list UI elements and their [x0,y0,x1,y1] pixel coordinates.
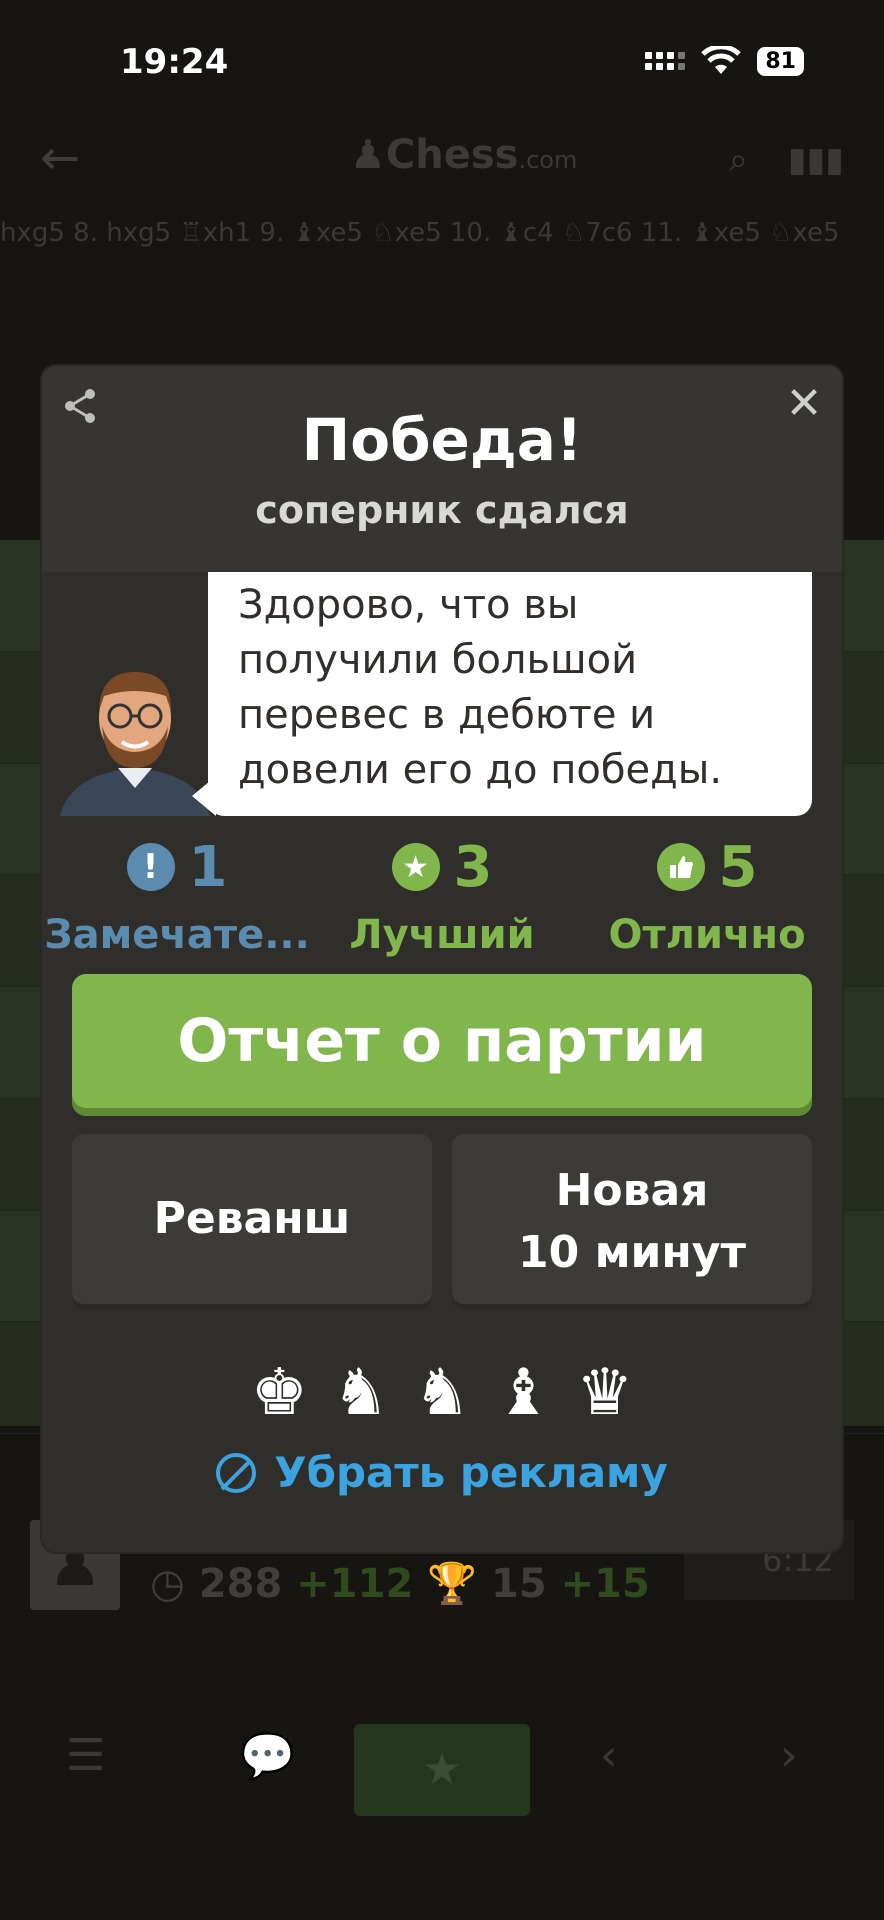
top-bar: ← ♟Chess.com ⌕ ▮▮▮ [0,120,884,200]
ban-icon [216,1452,257,1493]
prev-move-icon[interactable]: ‹ [600,1730,618,1781]
star-icon: ★ [391,843,440,891]
stat-excellent-move[interactable]: 5 Отлично [572,832,842,959]
clock-icon: ◷ [150,1561,185,1607]
signal-strength-icon[interactable]: ▮▮▮ [788,140,844,180]
chess-logo: ♟Chess.com [350,132,578,178]
status-time: 19:24 [120,42,229,82]
bishop-icon: ♝ [494,1356,553,1430]
logo-suffix: .com [518,146,578,174]
modal-header: ✕ Победа! соперник сдался [42,366,842,572]
puzzle-change: +15 [560,1561,650,1607]
chat-icon[interactable]: 💬 [240,1730,295,1782]
new-game-line2: 10 минут [518,1227,746,1278]
cellular-signal-icon [645,52,686,70]
bottom-nav: ☰ 💬 ★ ‹ › [0,1720,884,1820]
coach-avatar [60,672,210,816]
analysis-icon[interactable]: ⌕ [729,140,748,180]
stat-great-move[interactable]: ! 1 Замечате... [42,832,312,959]
great-count: 1 [188,834,228,900]
king-icon: ♚ [250,1356,308,1430]
exclamation-icon: ! [126,843,175,891]
next-move-icon[interactable]: › [780,1730,798,1781]
logo-text: Chess [385,132,519,178]
status-icons: 81 [645,46,804,76]
top-right-icons: ⌕ ▮▮▮ [729,140,844,180]
coach-speech-bubble: Здорово, что вы получили большой перевес… [208,572,812,816]
knight-icon: ♞ [413,1356,471,1430]
back-arrow-icon[interactable]: ← [40,130,80,186]
new-game-button[interactable]: Новая 10 минут [452,1134,812,1310]
best-count: 3 [453,834,493,900]
great-label: Замечате... [44,912,310,958]
review-star-button[interactable]: ★ [354,1724,530,1816]
player-stats: ◷ 288 +112 🏆 15 +15 [150,1560,650,1607]
excellent-count: 5 [718,834,758,900]
battery-indicator: 81 [757,46,804,76]
player-rating: 288 [198,1561,283,1607]
trophy-icon: 🏆 [427,1561,478,1607]
rating-change: +112 [296,1561,414,1607]
rematch-button[interactable]: Реванш [72,1134,432,1310]
remove-ads-label: Убрать рекламу [274,1448,668,1497]
thumbs-up-icon [656,843,705,891]
game-report-button[interactable]: Отчет о партии [72,974,812,1116]
moves-strip[interactable]: hxg5 8. hxg5 ♖xh1 9. ♝xe5 ♘xe5 10. ♝c4 ♘… [0,205,884,261]
remove-ads-link[interactable]: Убрать рекламу [42,1448,842,1497]
wifi-icon [701,46,742,74]
queen-icon: ♛ [576,1356,634,1430]
new-game-line1: Новая [555,1165,709,1216]
puzzle-count: 15 [490,1561,547,1607]
best-label: Лучший [349,912,535,958]
modal-subtitle: соперник сдался [255,488,629,532]
menu-list-icon[interactable]: ☰ [66,1730,105,1781]
modal-title: Победа! [301,406,583,474]
pieces-row: ♚ ♞ ♞ ♝ ♛ [42,1356,842,1430]
knight-icon: ♞ [331,1356,390,1430]
stat-best-move[interactable]: ★ 3 Лучший [312,832,572,959]
excellent-label: Отлично [608,912,806,958]
status-bar: 19:24 81 [0,0,884,120]
game-over-modal: ✕ Победа! соперник сдался Здорово, что в… [42,366,842,1552]
